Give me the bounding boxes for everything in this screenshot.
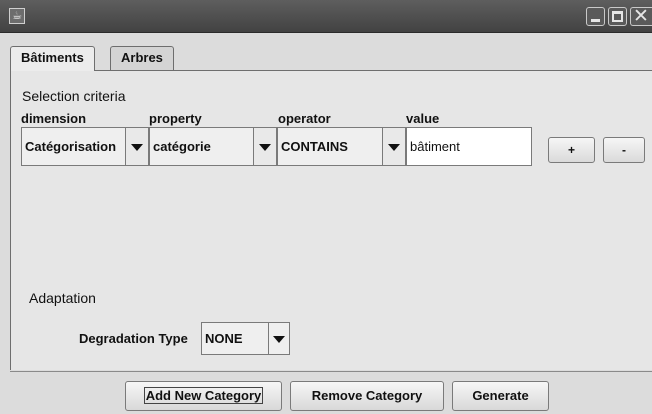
- minimize-icon: [591, 19, 600, 22]
- operator-combobox[interactable]: CONTAINS: [277, 127, 406, 166]
- minimize-button[interactable]: [586, 7, 605, 26]
- tab-panel: [10, 70, 652, 370]
- dimension-combobox[interactable]: Catégorisation: [21, 127, 149, 166]
- dimension-selected-value: Catégorisation: [25, 139, 117, 154]
- generate-label: Generate: [472, 388, 529, 403]
- property-combobox[interactable]: catégorie: [149, 127, 277, 166]
- degradation-type-combobox[interactable]: NONE: [201, 322, 290, 355]
- add-new-category-button[interactable]: Add New Category: [125, 381, 282, 411]
- remove-category-button[interactable]: Remove Category: [290, 381, 444, 411]
- operator-selected-value: CONTAINS: [281, 139, 348, 154]
- operator-dropdown-button[interactable]: [382, 128, 405, 165]
- close-icon: ✕: [633, 5, 649, 27]
- degradation-selected-value: NONE: [205, 331, 243, 346]
- operator-column-label: operator: [278, 111, 331, 126]
- maximize-button[interactable]: [608, 7, 627, 26]
- generate-button[interactable]: Generate: [452, 381, 549, 411]
- tab-arbres[interactable]: Arbres: [110, 46, 174, 70]
- chevron-down-icon: [388, 144, 400, 151]
- tab-batiments[interactable]: Bâtiments: [10, 46, 95, 71]
- chevron-down-icon: [273, 336, 285, 343]
- add-criterion-button[interactable]: +: [548, 137, 595, 163]
- value-input[interactable]: [407, 128, 531, 165]
- value-field-container: [406, 127, 532, 166]
- remove-criterion-button[interactable]: -: [603, 137, 645, 163]
- property-column-label: property: [149, 111, 202, 126]
- chevron-down-icon: [259, 144, 271, 151]
- degradation-dropdown-button[interactable]: [268, 323, 289, 354]
- dimension-dropdown-button[interactable]: [125, 128, 148, 165]
- degradation-type-label: Degradation Type: [79, 331, 188, 346]
- property-selected-value: catégorie: [153, 139, 211, 154]
- window-titlebar[interactable]: ☕ ✕: [0, 0, 652, 33]
- adaptation-heading: Adaptation: [29, 290, 96, 306]
- add-new-category-label: Add New Category: [143, 387, 264, 404]
- selection-criteria-heading: Selection criteria: [22, 88, 126, 104]
- dimension-column-label: dimension: [21, 111, 87, 126]
- remove-category-label: Remove Category: [311, 388, 423, 403]
- value-column-label: value: [406, 111, 440, 126]
- chevron-down-icon: [131, 144, 143, 151]
- maximize-icon: [612, 11, 623, 22]
- close-button[interactable]: ✕: [630, 5, 652, 27]
- property-dropdown-button[interactable]: [253, 128, 276, 165]
- java-icon: ☕: [9, 8, 25, 24]
